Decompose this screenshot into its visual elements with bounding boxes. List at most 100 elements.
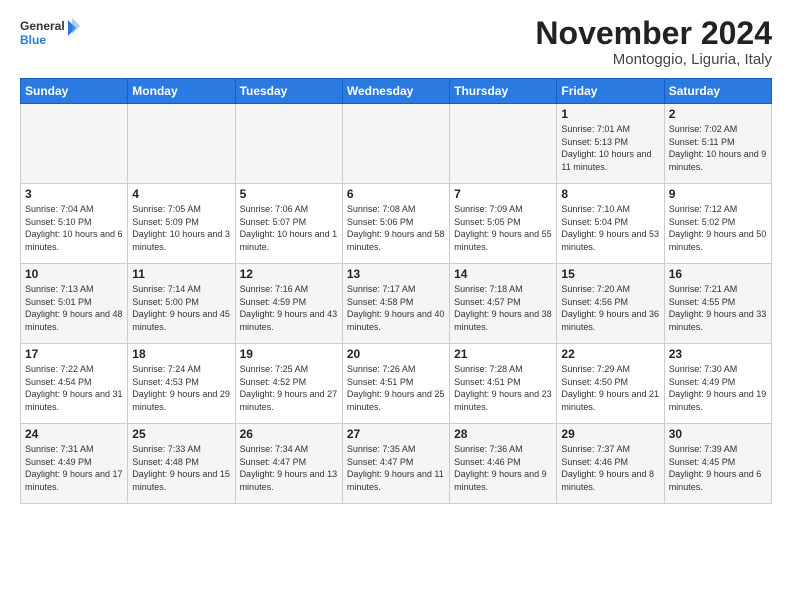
day-number: 9 [669, 187, 767, 201]
day-info: Sunrise: 7:28 AM Sunset: 4:51 PM Dayligh… [454, 363, 552, 413]
calendar-cell [235, 104, 342, 184]
calendar-cell [342, 104, 449, 184]
day-number: 25 [132, 427, 230, 441]
calendar-cell: 27 Sunrise: 7:35 AM Sunset: 4:47 PM Dayli… [342, 424, 449, 504]
calendar-table: Sunday Monday Tuesday Wednesday Thursday… [20, 78, 772, 504]
calendar-cell: 20Sunrise: 7:26 AM Sunset: 4:51 PM Dayli… [342, 344, 449, 424]
calendar-cell: 30 Sunrise: 7:39 AM Sunset: 4:45 PM Dayli… [664, 424, 771, 504]
day-info: Sunrise: 7:31 AM Sunset: 4:49 PM Dayligh… [25, 443, 123, 493]
calendar-cell: 16Sunrise: 7:21 AM Sunset: 4:55 PM Dayli… [664, 264, 771, 344]
day-number: 19 [240, 347, 338, 361]
calendar-cell: 14 Sunrise: 7:18 AM Sunset: 4:57 PM Dayli… [450, 264, 557, 344]
calendar-cell: 29 Sunrise: 7:37 AM Sunset: 4:46 PM Dayli… [557, 424, 664, 504]
calendar-cell [21, 104, 128, 184]
col-tuesday: Tuesday [235, 79, 342, 104]
calendar-cell: 18 Sunrise: 7:24 AM Sunset: 4:53 PM Dayli… [128, 344, 235, 424]
calendar-cell [450, 104, 557, 184]
svg-text:General: General [20, 19, 65, 33]
day-number: 8 [561, 187, 659, 201]
day-number: 18 [132, 347, 230, 361]
day-info: Sunrise: 7:12 AM Sunset: 5:02 PM Dayligh… [669, 203, 767, 253]
day-info: Sunrise: 7:22 AM Sunset: 4:54 PM Dayligh… [25, 363, 123, 413]
day-info: Sunrise: 7:05 AM Sunset: 5:09 PM Dayligh… [132, 203, 230, 253]
col-sunday: Sunday [21, 79, 128, 104]
day-number: 21 [454, 347, 552, 361]
day-info: Sunrise: 7:14 AM Sunset: 5:00 PM Dayligh… [132, 283, 230, 333]
calendar-cell: 8Sunrise: 7:10 AM Sunset: 5:04 PM Daylig… [557, 184, 664, 264]
day-number: 11 [132, 267, 230, 281]
calendar-cell: 17 Sunrise: 7:22 AM Sunset: 4:54 PM Dayli… [21, 344, 128, 424]
day-number: 26 [240, 427, 338, 441]
day-info: Sunrise: 7:18 AM Sunset: 4:57 PM Dayligh… [454, 283, 552, 333]
title-block: November 2024 Montoggio, Liguria, Italy [535, 16, 772, 68]
day-info: Sunrise: 7:02 AM Sunset: 5:11 PM Dayligh… [669, 123, 767, 173]
day-info: Sunrise: 7:29 AM Sunset: 4:50 PM Dayligh… [561, 363, 659, 413]
day-info: Sunrise: 7:01 AM Sunset: 5:13 PM Dayligh… [561, 123, 659, 173]
calendar-cell: 25 Sunrise: 7:33 AM Sunset: 4:48 PM Dayli… [128, 424, 235, 504]
day-number: 29 [561, 427, 659, 441]
day-number: 7 [454, 187, 552, 201]
day-info: Sunrise: 7:04 AM Sunset: 5:10 PM Dayligh… [25, 203, 123, 253]
calendar-cell: 3Sunrise: 7:04 AM Sunset: 5:10 PM Daylig… [21, 184, 128, 264]
day-info: Sunrise: 7:09 AM Sunset: 5:05 PM Dayligh… [454, 203, 552, 253]
day-number: 2 [669, 107, 767, 121]
calendar-cell: 15Sunrise: 7:20 AM Sunset: 4:56 PM Dayli… [557, 264, 664, 344]
calendar-cell: 4 Sunrise: 7:05 AM Sunset: 5:09 PM Daylig… [128, 184, 235, 264]
calendar-cell: 24 Sunrise: 7:31 AM Sunset: 4:49 PM Dayli… [21, 424, 128, 504]
day-number: 17 [25, 347, 123, 361]
day-number: 24 [25, 427, 123, 441]
calendar-cell: 7 Sunrise: 7:09 AM Sunset: 5:05 PM Daylig… [450, 184, 557, 264]
day-number: 14 [454, 267, 552, 281]
day-number: 27 [347, 427, 445, 441]
header-row: Sunday Monday Tuesday Wednesday Thursday… [21, 79, 772, 104]
calendar-cell: 21 Sunrise: 7:28 AM Sunset: 4:51 PM Dayli… [450, 344, 557, 424]
col-friday: Friday [557, 79, 664, 104]
calendar-cell: 28Sunrise: 7:36 AM Sunset: 4:46 PM Dayli… [450, 424, 557, 504]
day-number: 6 [347, 187, 445, 201]
week-row-3: 17 Sunrise: 7:22 AM Sunset: 4:54 PM Dayli… [21, 344, 772, 424]
calendar-cell: 10 Sunrise: 7:13 AM Sunset: 5:01 PM Dayli… [21, 264, 128, 344]
calendar-cell: 26Sunrise: 7:34 AM Sunset: 4:47 PM Dayli… [235, 424, 342, 504]
calendar-cell: 13 Sunrise: 7:17 AM Sunset: 4:58 PM Dayli… [342, 264, 449, 344]
calendar-cell: 9 Sunrise: 7:12 AM Sunset: 5:02 PM Daylig… [664, 184, 771, 264]
col-saturday: Saturday [664, 79, 771, 104]
day-number: 5 [240, 187, 338, 201]
day-number: 20 [347, 347, 445, 361]
col-monday: Monday [128, 79, 235, 104]
calendar-cell: 23 Sunrise: 7:30 AM Sunset: 4:49 PM Dayli… [664, 344, 771, 424]
day-info: Sunrise: 7:21 AM Sunset: 4:55 PM Dayligh… [669, 283, 767, 333]
week-row-1: 3Sunrise: 7:04 AM Sunset: 5:10 PM Daylig… [21, 184, 772, 264]
calendar-cell: 19 Sunrise: 7:25 AM Sunset: 4:52 PM Dayli… [235, 344, 342, 424]
month-title: November 2024 [535, 16, 772, 51]
week-row-2: 10 Sunrise: 7:13 AM Sunset: 5:01 PM Dayli… [21, 264, 772, 344]
day-number: 30 [669, 427, 767, 441]
day-info: Sunrise: 7:25 AM Sunset: 4:52 PM Dayligh… [240, 363, 338, 413]
day-number: 23 [669, 347, 767, 361]
calendar-cell: 6Sunrise: 7:08 AM Sunset: 5:06 PM Daylig… [342, 184, 449, 264]
day-info: Sunrise: 7:13 AM Sunset: 5:01 PM Dayligh… [25, 283, 123, 333]
day-info: Sunrise: 7:30 AM Sunset: 4:49 PM Dayligh… [669, 363, 767, 413]
day-number: 4 [132, 187, 230, 201]
week-row-4: 24 Sunrise: 7:31 AM Sunset: 4:49 PM Dayli… [21, 424, 772, 504]
day-number: 1 [561, 107, 659, 121]
calendar-cell: 11 Sunrise: 7:14 AM Sunset: 5:00 PM Dayli… [128, 264, 235, 344]
subtitle: Montoggio, Liguria, Italy [535, 51, 772, 68]
page: General Blue November 2024 Montoggio, Li… [0, 0, 792, 612]
calendar-cell [128, 104, 235, 184]
day-info: Sunrise: 7:17 AM Sunset: 4:58 PM Dayligh… [347, 283, 445, 333]
day-info: Sunrise: 7:24 AM Sunset: 4:53 PM Dayligh… [132, 363, 230, 413]
day-number: 13 [347, 267, 445, 281]
header: General Blue November 2024 Montoggio, Li… [20, 16, 772, 68]
day-info: Sunrise: 7:33 AM Sunset: 4:48 PM Dayligh… [132, 443, 230, 493]
day-info: Sunrise: 7:36 AM Sunset: 4:46 PM Dayligh… [454, 443, 552, 493]
day-info: Sunrise: 7:35 AM Sunset: 4:47 PM Dayligh… [347, 443, 445, 493]
calendar-cell: 2 Sunrise: 7:02 AM Sunset: 5:11 PM Daylig… [664, 104, 771, 184]
calendar-cell: 1 Sunrise: 7:01 AM Sunset: 5:13 PM Daylig… [557, 104, 664, 184]
day-info: Sunrise: 7:37 AM Sunset: 4:46 PM Dayligh… [561, 443, 659, 493]
day-info: Sunrise: 7:39 AM Sunset: 4:45 PM Dayligh… [669, 443, 767, 493]
day-info: Sunrise: 7:16 AM Sunset: 4:59 PM Dayligh… [240, 283, 338, 333]
svg-text:Blue: Blue [20, 33, 46, 47]
day-number: 10 [25, 267, 123, 281]
day-info: Sunrise: 7:20 AM Sunset: 4:56 PM Dayligh… [561, 283, 659, 333]
col-thursday: Thursday [450, 79, 557, 104]
